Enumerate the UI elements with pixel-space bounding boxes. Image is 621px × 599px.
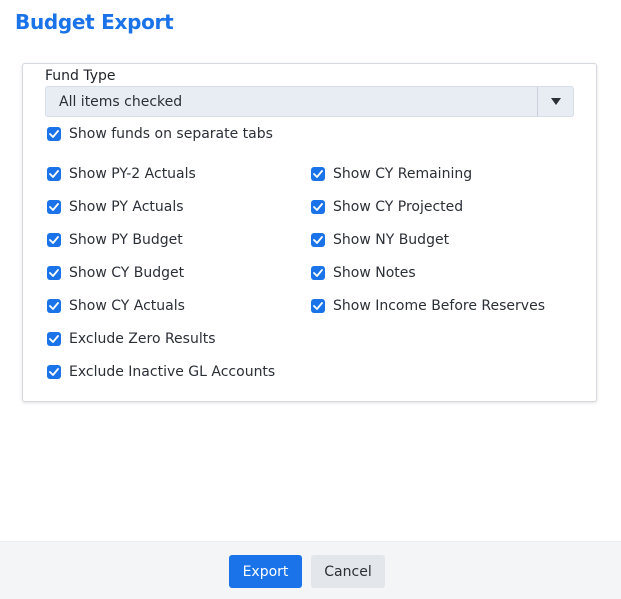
- checkbox-label: Show CY Projected: [333, 199, 464, 215]
- checkbox-cy-budget[interactable]: Show CY Budget: [47, 265, 184, 281]
- checkbox-label: Show CY Budget: [69, 265, 185, 281]
- checkmark-icon[interactable]: [47, 233, 61, 247]
- export-button[interactable]: Export: [229, 555, 302, 588]
- checkbox-label: Show Income Before Reserves: [333, 298, 545, 314]
- checkbox-label: Show PY-2 Actuals: [69, 166, 196, 182]
- checkbox-income-before-reserves[interactable]: Show Income Before Reserves: [311, 298, 545, 314]
- checkbox-label: Show CY Actuals: [69, 298, 185, 314]
- checkbox-ny-budget[interactable]: Show NY Budget: [311, 232, 449, 248]
- cancel-button[interactable]: Cancel: [311, 555, 385, 588]
- checkbox-cy-actuals[interactable]: Show CY Actuals: [47, 298, 185, 314]
- checkbox-py-budget[interactable]: Show PY Budget: [47, 232, 183, 248]
- checkmark-icon[interactable]: [311, 200, 325, 214]
- checkmark-icon[interactable]: [311, 233, 325, 247]
- checkbox-label: Show Notes: [333, 265, 416, 281]
- checkbox-label: Show CY Remaining: [333, 166, 473, 182]
- checkbox-separate-tabs[interactable]: Show funds on separate tabs: [47, 126, 273, 142]
- caret-down-icon: [550, 98, 561, 105]
- checkmark-icon[interactable]: [47, 365, 61, 379]
- checkbox-exclude-zero-results[interactable]: Exclude Zero Results: [47, 331, 216, 347]
- dropdown-toggle[interactable]: [537, 87, 573, 116]
- checkmark-icon[interactable]: [47, 266, 61, 280]
- checkmark-icon[interactable]: [47, 167, 61, 181]
- fund-type-selected-value: All items checked: [59, 93, 183, 110]
- checkbox-py-actuals[interactable]: Show PY Actuals: [47, 199, 184, 215]
- checkbox-label: Show PY Budget: [69, 232, 183, 248]
- checkmark-icon[interactable]: [311, 299, 325, 313]
- checkmark-icon[interactable]: [47, 299, 61, 313]
- checkbox-label: Show PY Actuals: [69, 199, 184, 215]
- checkmark-icon[interactable]: [47, 332, 61, 346]
- checkbox-cy-remaining[interactable]: Show CY Remaining: [311, 166, 472, 182]
- export-options-panel: Fund Type All items checked Show funds o…: [22, 63, 597, 402]
- checkmark-icon[interactable]: [311, 167, 325, 181]
- checkbox-label: Exclude Zero Results: [69, 331, 216, 347]
- checkbox-label: Show funds on separate tabs: [69, 126, 273, 142]
- checkbox-exclude-inactive-gl[interactable]: Exclude Inactive GL Accounts: [47, 364, 275, 380]
- checkmark-icon[interactable]: [311, 266, 325, 280]
- checkbox-label: Show NY Budget: [333, 232, 450, 248]
- checkbox-label: Exclude Inactive GL Accounts: [69, 364, 276, 380]
- checkbox-cy-projected[interactable]: Show CY Projected: [311, 199, 463, 215]
- dialog-footer: Export Cancel: [0, 541, 621, 599]
- checkmark-icon[interactable]: [47, 127, 61, 141]
- checkbox-py2-actuals[interactable]: Show PY-2 Actuals: [47, 166, 196, 182]
- checkbox-show-notes[interactable]: Show Notes: [311, 265, 416, 281]
- checkmark-icon[interactable]: [47, 200, 61, 214]
- fund-type-label: Fund Type: [45, 68, 116, 84]
- dialog-title: Budget Export: [15, 10, 174, 34]
- fund-type-select[interactable]: All items checked: [45, 86, 574, 117]
